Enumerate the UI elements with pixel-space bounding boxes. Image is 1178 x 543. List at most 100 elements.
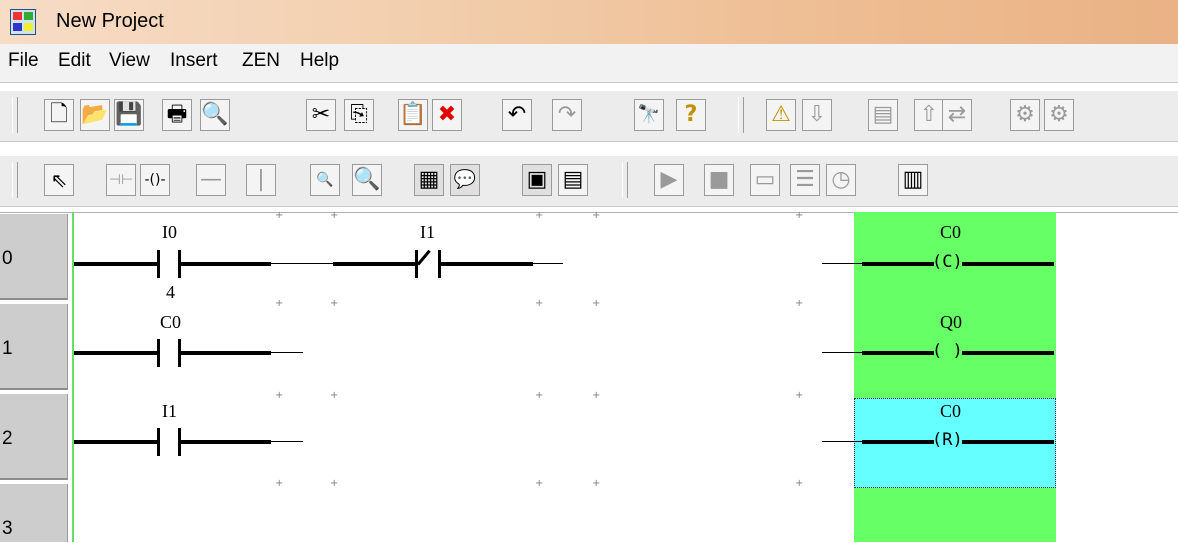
grid-dot: + xyxy=(795,298,804,309)
rung-wire xyxy=(333,262,415,266)
list-icon[interactable]: ☰ xyxy=(790,164,820,196)
select-pointer-icon[interactable]: ⇖ xyxy=(44,164,74,196)
rung-wire xyxy=(74,262,157,266)
redo-icon[interactable]: ↷ xyxy=(552,99,582,131)
help-icon[interactable]: ? xyxy=(676,99,706,131)
coil-label-q0: Q0 xyxy=(940,312,962,332)
menu-view[interactable]: View xyxy=(109,50,150,72)
grid-dot: + xyxy=(330,298,339,309)
rung-wire xyxy=(441,262,533,266)
contact-label-i1: I1 xyxy=(420,222,435,242)
new-file-icon[interactable]: 🗋 xyxy=(44,99,74,131)
row-header-3[interactable]: 3 xyxy=(0,484,68,542)
horizontal-line-icon[interactable]: — xyxy=(196,164,226,196)
rung-wire xyxy=(962,351,1054,355)
grid-dot: + xyxy=(795,210,804,221)
grid-dot: + xyxy=(592,478,601,489)
compare-icon[interactable]: ⇄ xyxy=(942,99,972,131)
paste-icon[interactable]: 📋 xyxy=(398,99,428,131)
coil-icon[interactable]: -()- xyxy=(140,164,170,196)
title-bar: New Project xyxy=(0,0,1178,44)
grid-dot: + xyxy=(275,298,284,309)
counter-preset: 4 xyxy=(166,282,175,302)
contact-i0-left-bar[interactable] xyxy=(157,250,160,278)
menu-help[interactable]: Help xyxy=(300,50,339,72)
ladder-view-icon[interactable]: ▣ xyxy=(522,164,552,196)
output-coil[interactable]: ( ) xyxy=(932,341,963,361)
rung-wire xyxy=(74,351,157,355)
toolbar-grip[interactable] xyxy=(738,97,744,133)
grid-dot: + xyxy=(592,390,601,401)
reset-coil[interactable]: (R) xyxy=(932,430,963,450)
rung-wire-thin xyxy=(822,352,862,353)
menu-file[interactable]: File xyxy=(8,50,39,72)
rung-wire xyxy=(962,262,1054,266)
open-folder-icon[interactable]: 📂 xyxy=(80,99,110,131)
transfer-icon[interactable]: ⇩ xyxy=(802,99,832,131)
rung-wire-thin xyxy=(822,263,862,264)
contact-i1-left-bar[interactable] xyxy=(157,428,160,456)
rung-wire-thin xyxy=(533,263,563,264)
zoom-out-icon[interactable]: 🔍 xyxy=(310,164,340,196)
toolbar-grip[interactable] xyxy=(12,162,18,198)
grid-dot: + xyxy=(535,390,544,401)
warning-icon[interactable]: ⚠ xyxy=(766,99,796,131)
rung-wire-thin xyxy=(271,263,333,264)
simulator-icon[interactable]: ▥ xyxy=(898,164,928,196)
print-icon[interactable]: 🖶 xyxy=(162,99,192,131)
row-number: 0 xyxy=(2,248,13,269)
row-header-0[interactable]: 0 xyxy=(0,214,68,300)
disconnect-icon[interactable]: ⚙ xyxy=(1044,99,1074,131)
cut-icon[interactable]: ✂ xyxy=(306,99,336,131)
mnemonic-view-icon[interactable]: ▤ xyxy=(558,164,588,196)
grid-dot: + xyxy=(535,210,544,221)
grid-dot: + xyxy=(795,390,804,401)
row-header-2[interactable]: 2 xyxy=(0,394,68,480)
ladder-toolbar: ⇖ ⊣⊢ -()- — | 🔍 🔍 ▦ 💬 ▣ ▤ ▶ ■ ▭ ☰ ◷ ▥ xyxy=(0,156,1178,207)
find-icon[interactable]: 🔭 xyxy=(634,99,664,131)
app-icon xyxy=(10,9,36,35)
stop-icon[interactable]: ■ xyxy=(704,164,734,196)
rung-wire-thin xyxy=(271,352,303,353)
save-icon[interactable]: 💾 xyxy=(114,99,144,131)
menu-bar: File Edit View Insert ZEN Help xyxy=(0,44,1178,83)
rung-wire xyxy=(181,262,271,266)
counter-coil[interactable]: (C) xyxy=(932,252,963,272)
comment-icon[interactable]: 💬 xyxy=(450,164,480,196)
grid-dot: + xyxy=(275,210,284,221)
grid-dot: + xyxy=(535,478,544,489)
coil-label-c0: C0 xyxy=(940,401,962,421)
menu-insert[interactable]: Insert xyxy=(170,50,218,72)
rung-wire-thin xyxy=(271,441,303,442)
menu-edit[interactable]: Edit xyxy=(58,50,91,72)
grid-dot: + xyxy=(330,478,339,489)
toolbar-grip[interactable] xyxy=(12,97,18,133)
toolbar-grip[interactable] xyxy=(622,162,628,198)
monitor-icon[interactable]: ▭ xyxy=(750,164,780,196)
contact-c0-left-bar[interactable] xyxy=(157,339,160,367)
print-preview-icon[interactable]: 🔍 xyxy=(200,99,230,131)
grid-dot: + xyxy=(275,478,284,489)
zoom-in-icon[interactable]: 🔍 xyxy=(352,164,382,196)
grid-icon[interactable]: ▦ xyxy=(414,164,444,196)
upload-icon[interactable]: ⇧ xyxy=(914,99,944,131)
contact-label-c0: C0 xyxy=(160,312,182,332)
grid-dot: + xyxy=(592,298,601,309)
rung-wire xyxy=(74,440,157,444)
program-icon[interactable]: ▤ xyxy=(868,99,898,131)
delete-icon[interactable]: ✖ xyxy=(432,99,462,131)
vertical-line-icon[interactable]: | xyxy=(246,164,276,196)
rung-wire xyxy=(862,440,934,444)
clock-icon[interactable]: ◷ xyxy=(826,164,856,196)
row-header-1[interactable]: 1 xyxy=(0,304,68,390)
grid-dot: + xyxy=(592,210,601,221)
row-number: 3 xyxy=(2,518,13,539)
rung-wire xyxy=(862,351,934,355)
grid-dot: + xyxy=(535,298,544,309)
undo-icon[interactable]: ↶ xyxy=(502,99,532,131)
menu-zen[interactable]: ZEN xyxy=(242,50,280,72)
copy-icon[interactable]: ⎘ xyxy=(344,99,374,131)
contact-icon[interactable]: ⊣⊢ xyxy=(106,164,136,196)
connect-icon[interactable]: ⚙ xyxy=(1010,99,1040,131)
run-icon[interactable]: ▶ xyxy=(654,164,684,196)
